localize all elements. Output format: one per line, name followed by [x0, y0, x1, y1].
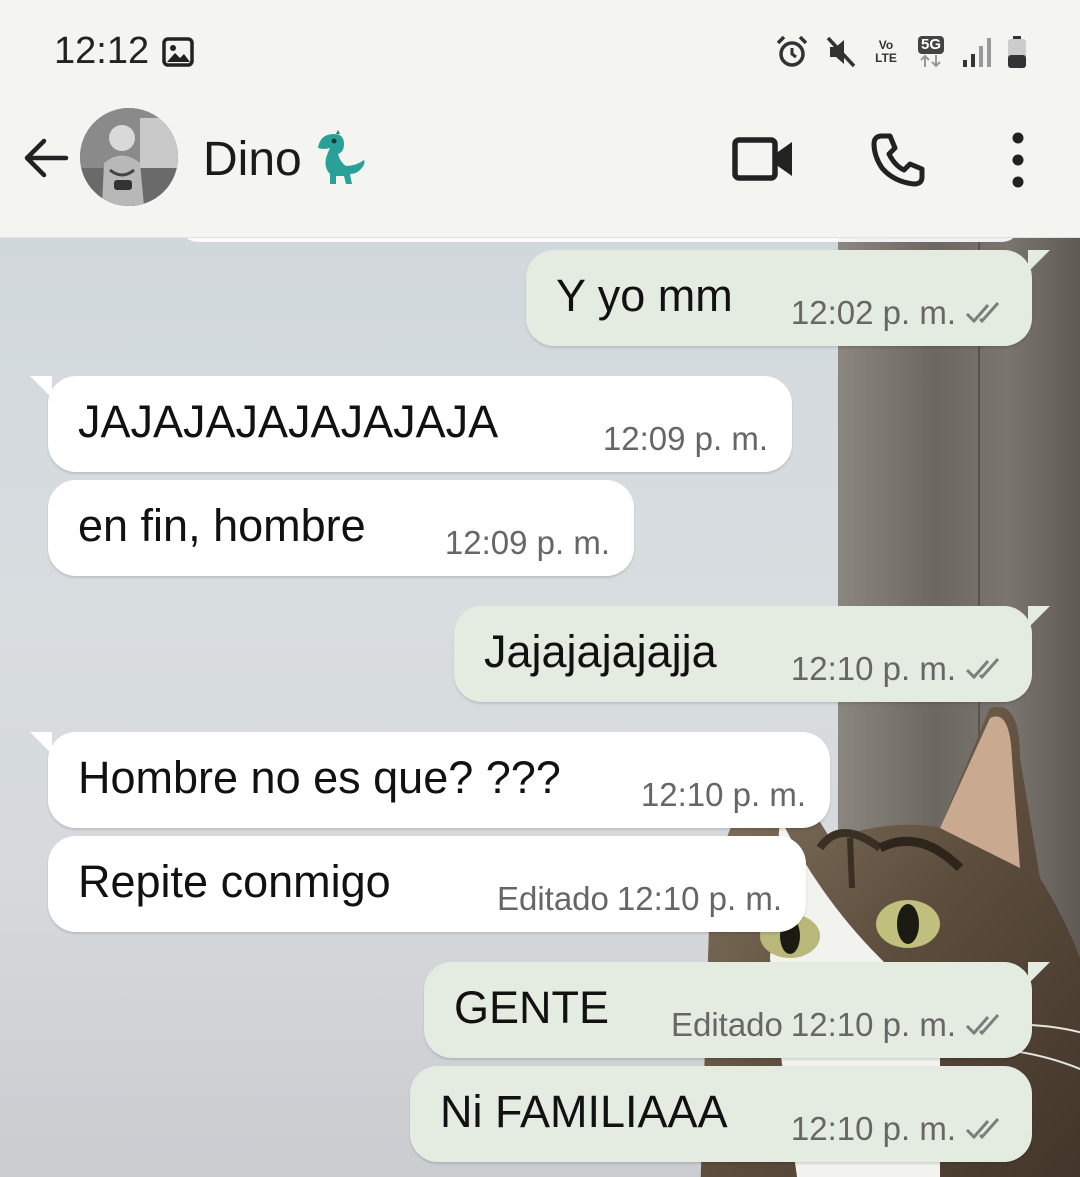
dinosaur-icon [318, 130, 365, 184]
edited-label: Editado [496, 880, 609, 917]
message-time: 12:10 p. m. [790, 1110, 956, 1147]
message-time: 12:10 p. m. [640, 776, 806, 813]
chat-header: Dino [0, 80, 1080, 238]
chat-area[interactable]: Y yo mm 12:02 p. m. JAJAJAJAJAJAJAJA 12:… [0, 238, 1080, 1177]
message-incoming[interactable]: Hombre no es que? ??? 12:10 p. m. [30, 732, 830, 828]
data-arrows-icon [920, 54, 941, 68]
message-time: 12:02 p. m. [790, 294, 956, 331]
message-outgoing[interactable]: Y yo mm 12:02 p. m. [526, 250, 1050, 346]
signal-icon [963, 38, 991, 67]
battery-icon [1008, 36, 1026, 68]
message-text: Y yo mm [556, 270, 733, 321]
message-outgoing[interactable]: GENTE Editado 12:10 p. m. [424, 962, 1050, 1058]
message-meta: Editado 12:10 p. m. [497, 880, 782, 918]
message-meta: 12:02 p. m. [791, 294, 1008, 332]
status-bar: 12:12 Vo LTE 5G [0, 0, 1080, 80]
double-check-icon [965, 658, 1000, 680]
gallery-icon [162, 37, 194, 67]
message-text: GENTE [454, 982, 610, 1033]
message-text: JAJAJAJAJAJAJAJA [78, 396, 499, 447]
5g-icon: 5G [914, 36, 948, 68]
volte-icon: Vo LTE [872, 39, 900, 65]
message-outgoing[interactable]: Jajajajajajja 12:10 p. m. [454, 606, 1050, 702]
back-arrow-icon[interactable] [20, 132, 72, 184]
double-check-icon [965, 1014, 1000, 1036]
double-check-icon [965, 1118, 1000, 1140]
mute-icon [826, 36, 856, 68]
message-outgoing[interactable]: Ni FAMILIAAA 12:10 p. m. [410, 1066, 1032, 1162]
message-incoming[interactable]: en fin, hombre 12:09 p. m. [48, 480, 634, 576]
message-time: 12:10 p. m. [790, 1006, 956, 1043]
message-meta: Editado 12:10 p. m. [671, 1006, 1008, 1044]
alarm-icon [776, 35, 808, 67]
message-text: en fin, hombre [78, 500, 366, 551]
message-time: 12:10 p. m. [790, 650, 956, 687]
edited-label: Editado [670, 1006, 783, 1043]
message-text: Jajajajajajja [484, 626, 717, 677]
message-meta: 12:09 p. m. [603, 420, 768, 458]
message-incoming[interactable]: JAJAJAJAJAJAJAJA 12:09 p. m. [30, 376, 792, 472]
video-call-icon[interactable] [730, 132, 796, 186]
avatar-image [80, 108, 178, 206]
phone-icon[interactable] [868, 130, 928, 190]
previous-message-edge [180, 238, 1020, 242]
message-meta: 12:09 p. m. [445, 524, 610, 562]
status-icons: Vo LTE 5G [774, 32, 1028, 72]
volte-bottom-label: LTE [875, 51, 897, 65]
message-meta: 12:10 p. m. [791, 650, 1008, 688]
double-check-icon [965, 302, 1000, 324]
message-time: 12:10 p. m. [616, 880, 782, 917]
message-text: Ni FAMILIAAA [440, 1086, 728, 1137]
message-meta: 12:10 p. m. [791, 1110, 1008, 1148]
more-vert-icon[interactable] [998, 130, 1038, 190]
message-text: Repite conmigo [78, 856, 391, 907]
network-label: 5G [917, 36, 944, 54]
status-time: 12:12 [54, 30, 150, 72]
message-incoming[interactable]: Repite conmigo Editado 12:10 p. m. [48, 836, 806, 932]
message-time: 12:09 p. m. [444, 524, 610, 561]
avatar[interactable] [80, 108, 178, 206]
message-text: Hombre no es que? ??? [78, 752, 561, 803]
message-meta: 12:10 p. m. [641, 776, 806, 814]
message-time: 12:09 p. m. [602, 420, 768, 457]
contact-name[interactable]: Dino [203, 132, 302, 187]
